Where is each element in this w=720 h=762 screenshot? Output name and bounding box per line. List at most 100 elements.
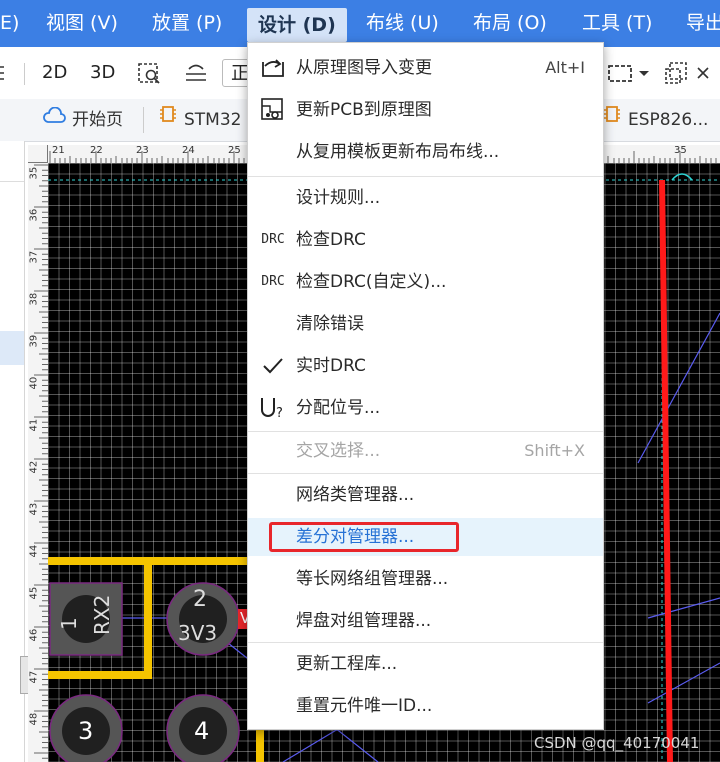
- toolbar-truncated-icon[interactable]: [0, 59, 8, 87]
- tab-stm32[interactable]: STM32: [158, 99, 241, 141]
- layer-view-icon[interactable]: [183, 59, 209, 87]
- left-panel: [0, 141, 30, 762]
- tab-label: 开始页: [72, 110, 123, 130]
- select-area-icon[interactable]: [664, 59, 690, 87]
- cloud-icon: [42, 99, 66, 141]
- view-mode-select[interactable]: 正: [222, 59, 250, 87]
- menu-item-check-drc[interactable]: DRC 检查DRC: [248, 221, 603, 259]
- check-icon: [258, 347, 288, 385]
- menu-separator: [248, 473, 603, 474]
- ruler-label: 25: [228, 145, 241, 156]
- ruler-label: 45: [28, 586, 40, 600]
- ruler-label: 23: [136, 145, 149, 156]
- menu-item-label: 交叉选择...: [296, 441, 381, 461]
- close-icon[interactable]: [696, 59, 710, 87]
- pad-net-label: 3V3: [178, 621, 218, 645]
- assign-designator-icon: ?: [258, 389, 288, 427]
- zoom-area-icon[interactable]: [137, 59, 163, 87]
- menu-item-equal-length-net-group-manager[interactable]: 等长网络组管理器...: [248, 560, 603, 598]
- chip-icon: [158, 99, 178, 141]
- menu-item-label: 检查DRC(自定义)...: [296, 272, 447, 292]
- pcb-editor-app: E) 视图 (V) 放置 (P) 设计 (D) 布线 (U) 布局 (O) 工具…: [0, 0, 720, 762]
- ruler-label: 21: [52, 145, 65, 156]
- ruler-label: 41: [28, 418, 40, 432]
- menu-item-update-from-reuse-template[interactable]: 从复用模板更新布局布线...: [248, 133, 603, 171]
- import-icon: [258, 49, 288, 87]
- tab-label: STM32: [184, 110, 242, 130]
- ruler-label: 48: [28, 712, 40, 726]
- ruler-label: 22: [90, 145, 103, 156]
- left-panel-header[interactable]: [0, 141, 24, 182]
- pad-number: 2: [193, 587, 207, 612]
- drc-icon: DRC: [261, 274, 285, 289]
- menu-separator: [248, 176, 603, 177]
- view-2d-button[interactable]: 2D: [42, 59, 67, 87]
- menubar: E) 视图 (V) 放置 (P) 设计 (D) 布线 (U) 布局 (O) 工具…: [0, 0, 720, 47]
- menu-layout[interactable]: 布局 (O): [473, 0, 547, 47]
- menu-item-label: 重置元件唯一ID...: [296, 696, 433, 716]
- ruler-label: 44: [28, 544, 40, 558]
- menu-item-label: 清除错误: [296, 314, 364, 334]
- menu-item-clear-errors[interactable]: 清除错误: [248, 305, 603, 343]
- menu-tools[interactable]: 工具 (T): [582, 0, 652, 47]
- tab-divider: [143, 107, 144, 133]
- menu-edit[interactable]: E): [0, 0, 19, 47]
- left-panel-selected-item[interactable]: [0, 331, 24, 365]
- ruler-label: 38: [28, 292, 40, 306]
- menu-item-shortcut: Alt+I: [545, 58, 585, 77]
- board-arc: [671, 173, 693, 181]
- highlight-annotation-box: [269, 522, 459, 552]
- chip-icon: [602, 99, 622, 141]
- ratsnest-line: [637, 312, 720, 464]
- view-3d-button[interactable]: 3D: [90, 59, 115, 87]
- pad-number: 4: [194, 717, 210, 745]
- pad-number: 3: [78, 717, 94, 745]
- menu-item-label: 检查DRC: [296, 230, 366, 250]
- menu-item-differential-pair-manager[interactable]: 差分对管理器...: [248, 518, 603, 556]
- svg-text:?: ?: [276, 406, 283, 421]
- ruler-label: 37: [28, 250, 40, 264]
- menu-item-label: 从复用模板更新布局布线...: [296, 142, 500, 162]
- ruler-label: 42: [28, 460, 40, 474]
- menu-separator: [248, 642, 603, 643]
- menu-item-design-rules[interactable]: 设计规则...: [248, 179, 603, 217]
- design-menu-dropdown: 从原理图导入变更 Alt+I 更新PCB到原理图 从复用模板更新布局布线... …: [247, 42, 604, 730]
- update-schematic-icon: [258, 91, 288, 129]
- ruler-label: 24: [182, 145, 195, 156]
- menu-item-pad-pair-group-manager[interactable]: 焊盘对组管理器...: [248, 602, 603, 640]
- menu-export[interactable]: 导出: [686, 0, 720, 47]
- fit-view-icon[interactable]: [607, 59, 633, 87]
- menu-item-assign-designators[interactable]: ? 分配位号...: [248, 389, 603, 427]
- menu-item-check-drc-custom[interactable]: DRC 检查DRC(自定义)...: [248, 263, 603, 301]
- ruler-label: 43: [28, 502, 40, 516]
- pcb-track-red[interactable]: [659, 179, 673, 762]
- ruler-corner: [28, 145, 48, 163]
- pad-net-label: RX2: [90, 594, 114, 635]
- menu-item-update-pcb-to-schematic[interactable]: 更新PCB到原理图: [248, 91, 603, 129]
- tab-esp8266[interactable]: ESP826...: [602, 99, 708, 141]
- ruler-label: 46: [28, 628, 40, 642]
- menu-place[interactable]: 放置 (P): [152, 0, 222, 47]
- chevron-down-icon[interactable]: [638, 59, 650, 87]
- menu-item-label: 等长网络组管理器...: [296, 569, 449, 589]
- menu-item-import-changes[interactable]: 从原理图导入变更 Alt+I: [248, 49, 603, 87]
- menu-item-reset-component-unique-id[interactable]: 重置元件唯一ID...: [248, 687, 603, 725]
- menu-item-realtime-drc[interactable]: 实时DRC: [248, 347, 603, 385]
- menu-item-cross-select: 交叉选择... Shift+X: [248, 432, 603, 470]
- menu-item-update-project-library[interactable]: 更新工程库...: [248, 645, 603, 683]
- menu-item-net-class-manager[interactable]: 网络类管理器...: [248, 476, 603, 514]
- ruler-label: 47: [28, 670, 40, 684]
- tab-label: ESP826...: [628, 110, 709, 130]
- menu-route[interactable]: 布线 (U): [366, 0, 439, 47]
- menu-item-label: 分配位号...: [296, 398, 381, 418]
- toolbar-separator: [24, 63, 25, 85]
- ratsnest-line: [647, 662, 720, 704]
- menu-view[interactable]: 视图 (V): [46, 0, 118, 47]
- tab-start-page[interactable]: 开始页: [42, 99, 123, 141]
- watermark: CSDN @qq_40170041: [534, 734, 700, 752]
- ruler-label: 35: [674, 145, 687, 156]
- menu-item-label: 实时DRC: [296, 356, 366, 376]
- pad-number: 1: [57, 617, 81, 630]
- menu-design[interactable]: 设计 (D): [247, 8, 347, 42]
- menu-item-label: 设计规则...: [296, 188, 381, 208]
